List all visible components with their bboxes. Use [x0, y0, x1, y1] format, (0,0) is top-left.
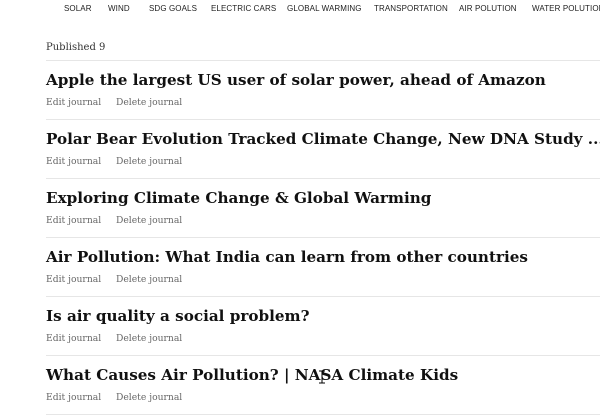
divider [46, 355, 600, 356]
delete-journal-link[interactable]: Delete journal [116, 215, 182, 226]
divider [46, 237, 600, 238]
edit-journal-link[interactable]: Edit journal [46, 274, 116, 285]
nav-item-solar[interactable]: SOLAR [64, 4, 92, 13]
article-item: Air Pollution: What India can learn from… [46, 247, 600, 285]
edit-journal-link[interactable]: Edit journal [46, 215, 116, 226]
delete-journal-link[interactable]: Delete journal [116, 274, 182, 285]
edit-journal-link[interactable]: Edit journal [46, 392, 116, 403]
article-title[interactable]: Air Pollution: What India can learn from… [46, 247, 600, 267]
nav-item-electric-cars[interactable]: ELECTRIC CARS [211, 4, 276, 13]
delete-journal-link[interactable]: Delete journal [116, 333, 182, 344]
article-item: Exploring Climate Change & Global Warmin… [46, 188, 600, 226]
published-count: Published 9 [46, 42, 106, 53]
delete-journal-link[interactable]: Delete journal [116, 392, 182, 403]
nav-item-sdg-goals[interactable]: SDG GOALS [149, 4, 197, 13]
article-title[interactable]: Apple the largest US user of solar power… [46, 70, 600, 90]
edit-journal-link[interactable]: Edit journal [46, 97, 116, 108]
divider [46, 414, 600, 415]
nav-item-air-polution[interactable]: AIR POLUTION [459, 4, 517, 13]
top-nav: SOLAR WIND SDG GOALS ELECTRIC CARS GLOBA… [0, 0, 600, 16]
divider [46, 178, 600, 179]
nav-item-water-polution[interactable]: WATER POLUTION [532, 4, 600, 13]
delete-journal-link[interactable]: Delete journal [116, 97, 182, 108]
nav-item-transportation[interactable]: TRANSPORTATION [374, 4, 448, 13]
nav-item-global-warming[interactable]: GLOBAL WARMING [287, 4, 362, 13]
article-title[interactable]: Is air quality a social problem? [46, 306, 600, 326]
article-title[interactable]: Polar Bear Evolution Tracked Climate Cha… [46, 129, 600, 149]
nav-item-wind[interactable]: WIND [108, 4, 130, 13]
edit-journal-link[interactable]: Edit journal [46, 156, 116, 167]
divider [46, 60, 600, 61]
delete-journal-link[interactable]: Delete journal [116, 156, 182, 167]
article-title[interactable]: Exploring Climate Change & Global Warmin… [46, 188, 600, 208]
article-item: Apple the largest US user of solar power… [46, 70, 600, 108]
article-item: Is air quality a social problem? Edit jo… [46, 306, 600, 344]
divider [46, 296, 600, 297]
edit-journal-link[interactable]: Edit journal [46, 333, 116, 344]
text-cursor-icon [319, 370, 325, 384]
divider [46, 119, 600, 120]
article-item: Polar Bear Evolution Tracked Climate Cha… [46, 129, 600, 167]
